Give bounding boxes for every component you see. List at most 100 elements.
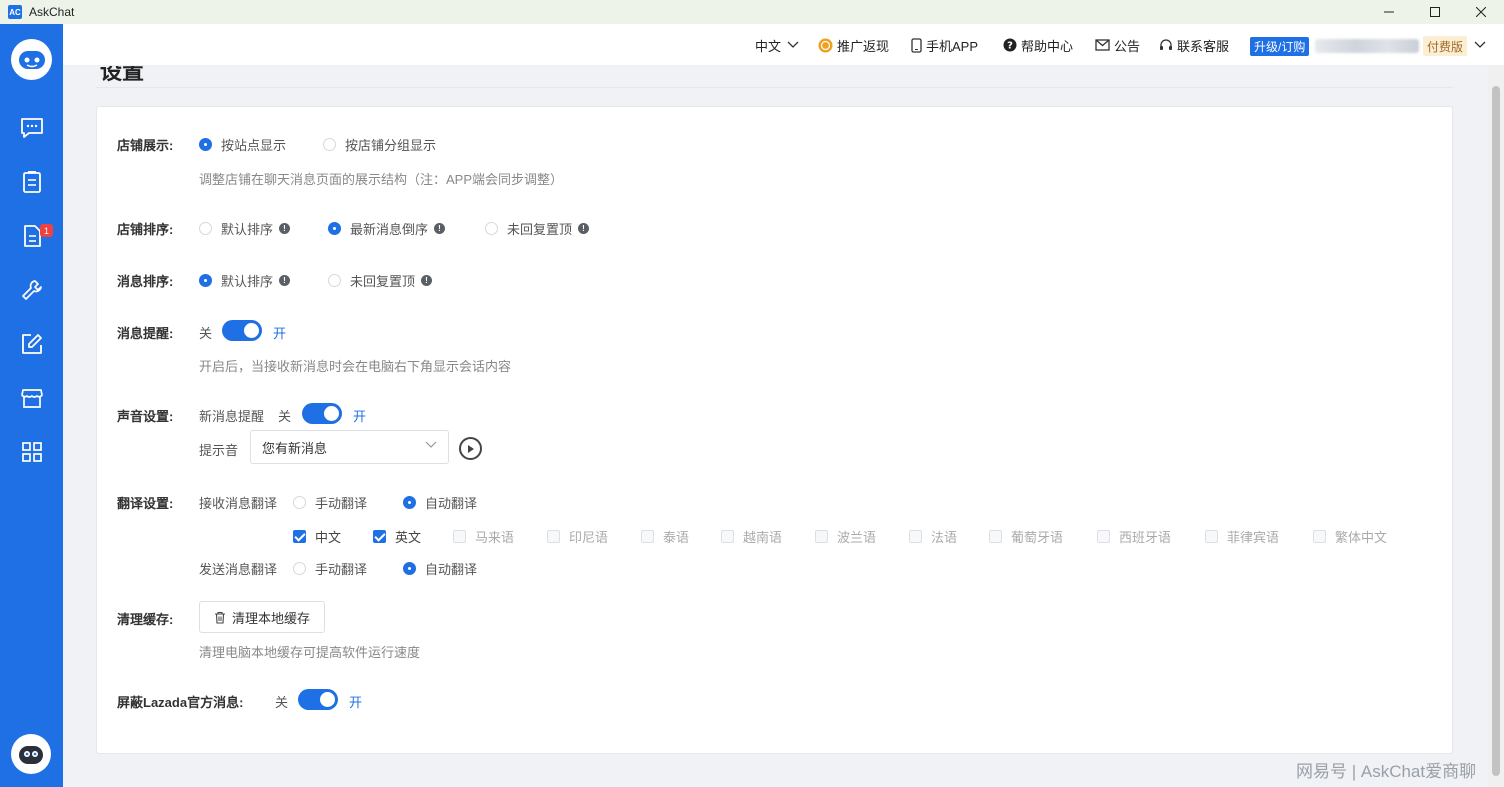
- info-icon[interactable]: !: [279, 223, 291, 234]
- radio-dot: [328, 274, 341, 287]
- receive-manual-radio[interactable]: 手动翻译: [293, 493, 367, 512]
- lang-malay-checkbox[interactable]: 马来语: [453, 527, 514, 546]
- shop-sort-default-radio[interactable]: 默认排序!: [199, 219, 291, 238]
- help-center-label: 帮助中心: [1021, 38, 1074, 54]
- help-icon: ?: [1003, 38, 1017, 52]
- lazada-off-label: 关: [275, 695, 289, 710]
- play-icon: [467, 444, 474, 453]
- promo-label: 推广返现: [837, 38, 890, 54]
- vertical-scrollbar[interactable]: [1488, 66, 1504, 787]
- tone-select[interactable]: 您有新消息: [250, 430, 449, 464]
- sidebar-item-orders[interactable]: [0, 162, 63, 202]
- lang-chinese-checkbox[interactable]: 中文: [293, 527, 341, 546]
- wrench-icon: [21, 280, 42, 300]
- lazada-on-label: 开: [349, 695, 363, 710]
- close-window-button[interactable]: [1458, 0, 1504, 24]
- checkbox-box: [815, 530, 828, 543]
- info-icon[interactable]: !: [279, 275, 291, 286]
- grid-icon: [21, 442, 42, 462]
- lang-thai-checkbox[interactable]: 泰语: [641, 527, 689, 546]
- scrollbar-thumb[interactable]: [1492, 86, 1500, 776]
- sidebar-item-edit[interactable]: [0, 324, 63, 364]
- lang-indonesian-checkbox[interactable]: 印尼语: [547, 527, 608, 546]
- translate-label: 翻译设置:: [117, 496, 174, 511]
- chevron-down-icon: [425, 441, 437, 448]
- watermark: 网易号 | AskChat爱商聊: [1296, 762, 1477, 781]
- checkbox-box: [1205, 530, 1218, 543]
- clear-cache-button[interactable]: 清理本地缓存: [199, 601, 326, 633]
- language-label: 中文: [755, 38, 782, 54]
- sound-label: 声音设置:: [117, 409, 174, 424]
- info-icon[interactable]: !: [578, 223, 590, 234]
- msg-notify-hint: 开启后，当接收新消息时会在电脑右下角显示会话内容: [199, 359, 512, 374]
- sound-off-label: 关: [278, 409, 292, 424]
- clear-cache-label: 清理本地缓存: [232, 610, 311, 626]
- lang-vietnamese-checkbox[interactable]: 越南语: [721, 527, 782, 546]
- lang-traditional-chinese-checkbox[interactable]: 繁体中文: [1313, 527, 1387, 546]
- radio-dot: [199, 138, 212, 151]
- user-avatar[interactable]: [11, 734, 51, 774]
- mobile-app-label: 手机APP: [926, 38, 979, 54]
- msg-notify-toggle[interactable]: [222, 320, 262, 341]
- promo-link[interactable]: 推广返现: [818, 24, 889, 66]
- sidebar: 1: [0, 24, 63, 787]
- lazada-block-toggle[interactable]: [298, 689, 338, 710]
- shop-sort-latest-radio[interactable]: 最新消息倒序!: [328, 219, 446, 238]
- lazada-block-label: 屏蔽Lazada官方消息:: [117, 695, 244, 710]
- sidebar-item-chat[interactable]: [0, 108, 63, 148]
- lang-portuguese-checkbox[interactable]: 葡萄牙语: [989, 527, 1063, 546]
- lang-english-checkbox[interactable]: 英文: [373, 527, 421, 546]
- checkbox-box: [1097, 530, 1110, 543]
- upgrade-button[interactable]: 升级/订购: [1250, 37, 1310, 56]
- language-selector[interactable]: 中文: [755, 24, 803, 66]
- sidebar-item-documents[interactable]: 1: [0, 216, 63, 256]
- lang-filipino-checkbox[interactable]: 菲律宾语: [1205, 527, 1279, 546]
- app-icon: AC: [8, 5, 22, 19]
- radio-dot: [403, 562, 416, 575]
- document-icon: [23, 225, 41, 247]
- shop-display-by-site-radio[interactable]: 按站点显示: [199, 135, 286, 154]
- minimize-button[interactable]: [1366, 0, 1412, 24]
- lang-polish-checkbox[interactable]: 波兰语: [815, 527, 876, 546]
- cache-label: 清理缓存:: [117, 612, 174, 627]
- send-manual-radio[interactable]: 手动翻译: [293, 559, 367, 578]
- account-chevron-down-icon[interactable]: [1474, 41, 1486, 49]
- maximize-icon: [1430, 7, 1440, 17]
- new-msg-sound-toggle[interactable]: [302, 403, 342, 424]
- msg-sort-unreplied-top-radio[interactable]: 未回复置顶!: [328, 271, 433, 290]
- sidebar-item-tools[interactable]: [0, 270, 63, 310]
- shop-display-by-group-radio[interactable]: 按店铺分组显示: [323, 135, 436, 154]
- lang-spanish-checkbox[interactable]: 西班牙语: [1097, 527, 1171, 546]
- msg-notify-label: 消息提醒:: [117, 326, 174, 341]
- shop-display-hint: 调整店铺在聊天消息页面的展示结构（注：APP端会同步调整）: [199, 172, 564, 187]
- notification-badge: 1: [40, 224, 53, 237]
- receive-auto-radio[interactable]: 自动翻译: [403, 493, 477, 512]
- notice-link[interactable]: 公告: [1095, 24, 1140, 66]
- robot-avatar-icon: [19, 746, 43, 764]
- user-account-blurred[interactable]: [1315, 39, 1419, 53]
- send-auto-radio[interactable]: 自动翻译: [403, 559, 477, 578]
- top-bar: 中文 推广返现 手机APP ? 帮助中心 公告 联系客服 升级/订购 付费版: [63, 24, 1504, 66]
- mobile-app-link[interactable]: 手机APP: [911, 24, 978, 66]
- app-logo[interactable]: [11, 39, 52, 80]
- tone-select-value: 您有新消息: [262, 440, 328, 456]
- radio-dot: [328, 222, 341, 235]
- support-link[interactable]: 联系客服: [1159, 24, 1229, 66]
- msg-notify-on-label: 开: [273, 326, 287, 341]
- play-tone-button[interactable]: [459, 437, 482, 460]
- radio-dot: [403, 496, 416, 509]
- sidebar-item-store[interactable]: [0, 378, 63, 418]
- close-icon: [1476, 7, 1486, 17]
- help-center-link[interactable]: ? 帮助中心: [1003, 24, 1073, 66]
- info-icon[interactable]: !: [421, 275, 433, 286]
- lang-french-checkbox[interactable]: 法语: [909, 527, 957, 546]
- radio-dot: [485, 222, 498, 235]
- maximize-button[interactable]: [1412, 0, 1458, 24]
- sidebar-item-apps[interactable]: [0, 432, 63, 472]
- shop-sort-unreplied-top-radio[interactable]: 未回复置顶!: [485, 219, 590, 238]
- send-translate-label: 发送消息翻译: [199, 562, 278, 577]
- shop-display-label: 店铺展示:: [117, 138, 174, 153]
- msg-sort-default-radio[interactable]: 默认排序!: [199, 271, 291, 290]
- info-icon[interactable]: !: [434, 223, 446, 234]
- tone-label: 提示音: [199, 443, 239, 458]
